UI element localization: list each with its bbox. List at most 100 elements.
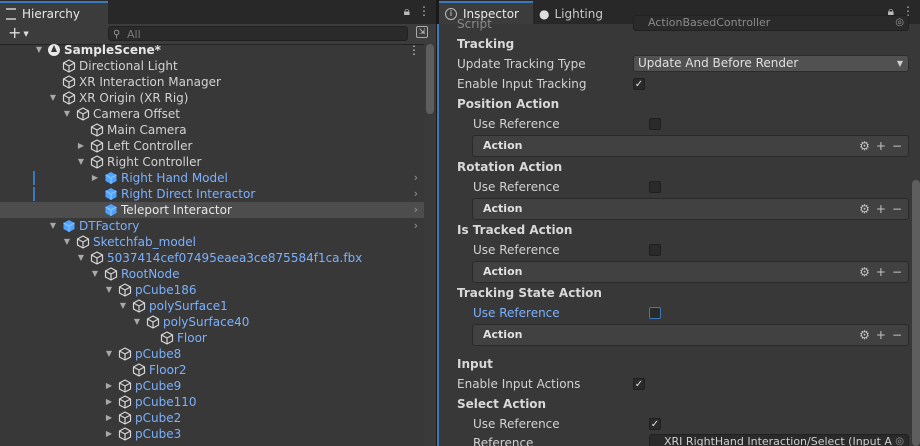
hierarchy-scrollbar[interactable] [424, 44, 436, 446]
remove-icon[interactable]: − [892, 262, 902, 282]
chevron-right-icon[interactable]: › [414, 170, 418, 186]
gear-icon[interactable]: ⚙ [859, 325, 870, 345]
tree-item-pcube110[interactable]: ▶ pCube110 [0, 394, 424, 410]
add-icon[interactable]: + [876, 325, 886, 345]
reference-field[interactable]: XRI RightHand Interaction/Select (Input … [649, 434, 909, 446]
chevron-right-icon[interactable]: › [414, 218, 418, 234]
expand-arrow-icon[interactable]: ▼ [76, 250, 86, 266]
tree-item-label: polySurface40 [163, 315, 250, 329]
scene-row[interactable]: ▼ SampleScene* ⋮ [0, 42, 424, 58]
expand-arrow-icon[interactable]: ▼ [90, 266, 100, 282]
tree-item-polysurface40[interactable]: ▼ polySurface40 [0, 314, 424, 330]
tracking-state-action-box[interactable]: Action ⚙ + − [472, 324, 909, 346]
expand-arrow-icon[interactable]: ▼ [118, 298, 128, 314]
gear-icon[interactable]: ⚙ [859, 136, 870, 156]
tree-item-label: pCube110 [135, 395, 197, 409]
object-picker-icon[interactable]: ◎ [895, 16, 904, 30]
action-label: Action [483, 328, 523, 341]
tree-item-sketchfab-model[interactable]: ▼ Sketchfab_model [0, 234, 424, 250]
tree-item-label: DTFactory [79, 219, 140, 233]
expand-arrow-icon[interactable]: ▼ [104, 282, 114, 298]
remove-icon[interactable]: − [892, 136, 902, 156]
more-options-icon[interactable]: ⋮ [418, 4, 430, 19]
add-button[interactable]: + ▼ [8, 24, 29, 43]
select-action-header-row: Select Action [439, 394, 920, 414]
collapse-arrow-icon[interactable]: ▶ [104, 410, 114, 426]
tree-item-teleport-interactor[interactable]: Teleport Interactor › [0, 202, 424, 218]
use-reference-checkbox[interactable] [649, 181, 661, 193]
use-reference-checkbox[interactable] [649, 118, 661, 130]
script-field[interactable]: ActionBasedController ◎ [633, 15, 909, 31]
tree-item-label: Camera Offset [93, 107, 180, 121]
position-action-box[interactable]: Action ⚙ + − [472, 135, 909, 157]
tree-item-camera-offset[interactable]: ▼ Camera Offset [0, 106, 424, 122]
use-reference-checkbox[interactable] [649, 244, 661, 256]
tree-item-right-controller[interactable]: ▼ Right Controller [0, 154, 424, 170]
tree-item-pcube186[interactable]: ▼ pCube186 [0, 282, 424, 298]
collapse-arrow-icon[interactable]: ▶ [104, 426, 114, 442]
expand-arrow-icon[interactable]: ▼ [76, 154, 86, 170]
collapse-arrow-icon[interactable]: ▶ [90, 170, 100, 186]
enable-input-actions-checkbox[interactable]: ✓ [633, 378, 645, 390]
search-input[interactable]: ⚲ All [108, 26, 408, 41]
tree-item-polysurface1[interactable]: ▼ polySurface1 [0, 298, 424, 314]
expand-arrow-icon[interactable]: ▼ [62, 234, 72, 250]
collapse-arrow-icon[interactable]: ▶ [104, 394, 114, 410]
object-picker-icon[interactable]: ◎ [895, 435, 904, 446]
expand-arrow-icon[interactable]: ▼ [104, 346, 114, 362]
add-icon[interactable]: + [876, 262, 886, 282]
gear-icon[interactable]: ⚙ [859, 199, 870, 219]
tree-item-main-camera[interactable]: Main Camera [0, 122, 424, 138]
collapse-arrow-icon[interactable]: ▶ [76, 138, 86, 154]
use-reference-checkbox[interactable] [649, 307, 661, 319]
lock-icon[interactable]: 🔒︎ [404, 4, 410, 19]
expand-arrow-icon[interactable]: ▼ [48, 218, 58, 234]
add-button-label: + [8, 23, 22, 42]
tree-item-right-hand-model[interactable]: ▶ Right Hand Model › [0, 170, 424, 186]
chevron-right-icon[interactable]: › [414, 186, 418, 202]
gameobject-cube-icon [90, 155, 104, 169]
scene-options-icon[interactable]: ⋮ [408, 42, 420, 58]
remove-icon[interactable]: − [892, 325, 902, 345]
chevron-down-icon: ▼ [896, 59, 903, 68]
tree-item-fbx[interactable]: ▼ 5037414cef07495eaea3ce875584f1ca.fbx [0, 250, 424, 266]
tracking-state-use-reference-row: Use Reference [439, 303, 920, 323]
tree-item-dtfactory[interactable]: ▼ DTFactory › [0, 218, 424, 234]
use-reference-checkbox[interactable]: ✓ [649, 418, 661, 430]
tree-item-directional-light[interactable]: Directional Light [0, 58, 424, 74]
is-tracked-action-box[interactable]: Action ⚙ + − [472, 261, 909, 283]
tree-item-pcube2[interactable]: ▶ pCube2 [0, 410, 424, 426]
tree-item-label: pCube186 [135, 283, 197, 297]
chevron-right-icon[interactable]: › [414, 202, 418, 218]
tree-item-floor[interactable]: Floor [0, 330, 424, 346]
inspector-scrollbar[interactable] [912, 180, 920, 446]
tracking-state-action-header-row: Tracking State Action [439, 283, 920, 303]
rotation-action-box[interactable]: Action ⚙ + − [472, 198, 909, 220]
gameobject-cube-icon [118, 283, 132, 297]
expand-arrow-icon[interactable]: ▼ [34, 42, 44, 58]
tracking-state-action-header: Tracking State Action [457, 286, 602, 300]
scrollbar-thumb[interactable] [426, 44, 434, 114]
tree-item-pcube9[interactable]: ▶ pCube9 [0, 378, 424, 394]
update-tracking-type-dropdown[interactable]: Update And Before Render ▼ [633, 55, 909, 72]
tree-item-right-direct-interactor[interactable]: Right Direct Interactor › [0, 186, 424, 202]
tree-item-xr-origin[interactable]: ▼ XR Origin (XR Rig) [0, 90, 424, 106]
collapse-arrow-icon[interactable]: ▶ [104, 378, 114, 394]
tree-item-xr-interaction-manager[interactable]: XR Interaction Manager [0, 74, 424, 90]
expand-arrow-icon[interactable]: ▼ [62, 106, 72, 122]
tree-item-pcube3[interactable]: ▶ pCube3 [0, 426, 424, 442]
tree-item-floor2[interactable]: Floor2 [0, 362, 424, 378]
gear-icon[interactable]: ⚙ [859, 262, 870, 282]
tree-item-left-controller[interactable]: ▶ Left Controller [0, 138, 424, 154]
use-reference-label: Use Reference [473, 180, 560, 194]
tree-item-rootnode[interactable]: ▼ RootNode [0, 266, 424, 282]
add-icon[interactable]: + [876, 136, 886, 156]
expand-arrow-icon[interactable]: ▼ [48, 90, 58, 106]
tree-item-pcube8[interactable]: ▼ pCube8 [0, 346, 424, 362]
tab-hierarchy[interactable]: Hierarchy [0, 1, 108, 24]
filter-icon[interactable]: ⇲ [416, 26, 428, 38]
remove-icon[interactable]: − [892, 199, 902, 219]
enable-input-tracking-checkbox[interactable]: ✓ [633, 78, 645, 90]
add-icon[interactable]: + [876, 199, 886, 219]
expand-arrow-icon[interactable]: ▼ [132, 314, 142, 330]
